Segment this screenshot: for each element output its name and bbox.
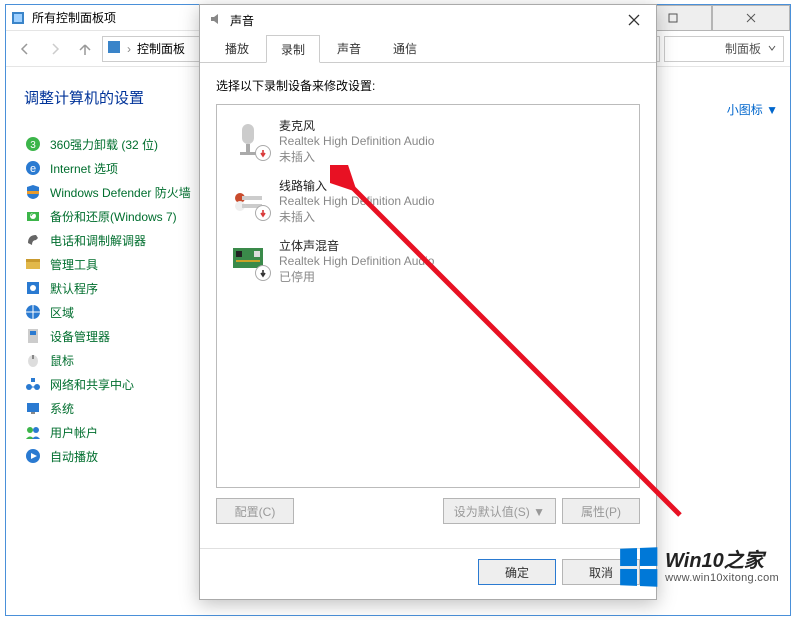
sound-icon — [208, 11, 224, 30]
sound-titlebar: 声音 — [200, 5, 656, 35]
device-name: 麦克风 — [279, 117, 434, 134]
breadcrumb-tail: 制面板 — [664, 36, 784, 62]
cp-item-icon — [24, 231, 42, 249]
cp-item-label: 电话和调制解调器 — [50, 232, 146, 249]
properties-button[interactable]: 属性(P) — [562, 498, 640, 524]
cp-item-icon — [24, 375, 42, 393]
device-item[interactable]: 立体声混音Realtek High Definition Audio已停用 — [221, 231, 635, 291]
device-sub: Realtek High Definition Audio — [279, 194, 434, 208]
device-sub: Realtek High Definition Audio — [279, 254, 434, 268]
device-name: 立体声混音 — [279, 237, 434, 254]
sound-dialog: 声音 播放录制声音通信 选择以下录制设备来修改设置: 麦克风Realtek Hi… — [199, 4, 657, 600]
device-item[interactable]: 麦克风Realtek High Definition Audio未插入 — [221, 111, 635, 171]
cp-item-label: 系统 — [50, 400, 74, 417]
cp-item-icon — [24, 351, 42, 369]
device-sub: Realtek High Definition Audio — [279, 134, 434, 148]
dialog-footer: 确定 取消 — [200, 548, 656, 599]
device-item[interactable]: 线路输入Realtek High Definition Audio未插入 — [221, 171, 635, 231]
control-panel-icon — [10, 10, 26, 26]
set-default-button[interactable]: 设为默认值(S) ▼ — [443, 498, 556, 524]
cp-item-icon — [24, 303, 42, 321]
device-icon — [227, 177, 269, 219]
device-status: 未插入 — [279, 148, 434, 165]
status-badge-icon — [255, 265, 271, 281]
control-panel-icon — [107, 40, 121, 57]
cp-item-icon — [24, 279, 42, 297]
cp-item-icon — [24, 207, 42, 225]
cp-item-icon — [24, 183, 42, 201]
close-button[interactable] — [712, 5, 790, 31]
tab-1[interactable]: 录制 — [266, 35, 320, 63]
windows-logo-icon — [620, 547, 657, 587]
cp-item-icon — [24, 423, 42, 441]
cp-item-label: 鼠标 — [50, 352, 74, 369]
cp-item-icon — [24, 327, 42, 345]
tab-0[interactable]: 播放 — [210, 34, 264, 62]
up-button[interactable] — [72, 36, 98, 62]
cp-item-icon: 3 — [24, 135, 42, 153]
sound-title: 声音 — [230, 12, 612, 29]
close-button[interactable] — [612, 5, 656, 35]
breadcrumb-item[interactable]: 控制面板 — [137, 40, 185, 57]
cp-item-label: Internet 选项 — [50, 160, 118, 177]
cp-item-label: 设备管理器 — [50, 328, 110, 345]
view-mode-selector[interactable]: 小图标 ▼ — [727, 101, 778, 118]
tab-strip: 播放录制声音通信 — [200, 35, 656, 63]
dropdown-icon[interactable] — [767, 42, 777, 56]
svg-text:3: 3 — [30, 140, 36, 151]
cp-item-label: 备份和还原(Windows 7) — [50, 208, 177, 225]
device-status: 已停用 — [279, 268, 434, 285]
tab-2[interactable]: 声音 — [322, 34, 376, 62]
device-actions: 配置(C) 设为默认值(S) ▼ 属性(P) — [216, 488, 640, 538]
cp-item-label: 区域 — [50, 304, 74, 321]
ok-button[interactable]: 确定 — [478, 559, 556, 585]
tab-3[interactable]: 通信 — [378, 34, 432, 62]
breadcrumb-sep: › — [127, 42, 131, 56]
device-status: 未插入 — [279, 208, 434, 225]
watermark: Win10之家 www.win10xitong.com — [619, 548, 779, 586]
cp-item-label: 管理工具 — [50, 256, 98, 273]
cp-item-label: Windows Defender 防火墙 — [50, 184, 191, 201]
svg-text:e: e — [30, 163, 36, 175]
cp-item-icon — [24, 447, 42, 465]
instruction-text: 选择以下录制设备来修改设置: — [216, 77, 640, 94]
forward-button[interactable] — [42, 36, 68, 62]
device-icon — [227, 117, 269, 159]
back-button[interactable] — [12, 36, 38, 62]
device-name: 线路输入 — [279, 177, 434, 194]
cp-item-icon — [24, 255, 42, 273]
status-badge-icon — [255, 145, 271, 161]
cp-item-label: 用户帐户 — [50, 424, 98, 441]
cp-item-icon: e — [24, 159, 42, 177]
cp-item-label: 360强力卸载 (32 位) — [50, 136, 158, 153]
watermark-url: www.win10xitong.com — [665, 572, 779, 584]
device-icon — [227, 237, 269, 279]
device-list[interactable]: 麦克风Realtek High Definition Audio未插入线路输入R… — [216, 104, 640, 488]
configure-button[interactable]: 配置(C) — [216, 498, 294, 524]
cp-item-label: 默认程序 — [50, 280, 98, 297]
status-badge-icon — [255, 205, 271, 221]
cp-item-icon — [24, 399, 42, 417]
watermark-title: Win10之家 — [665, 550, 779, 572]
sound-body: 选择以下录制设备来修改设置: 麦克风Realtek High Definitio… — [200, 63, 656, 548]
cp-item-label: 自动播放 — [50, 448, 98, 465]
cp-item-label: 网络和共享中心 — [50, 376, 134, 393]
